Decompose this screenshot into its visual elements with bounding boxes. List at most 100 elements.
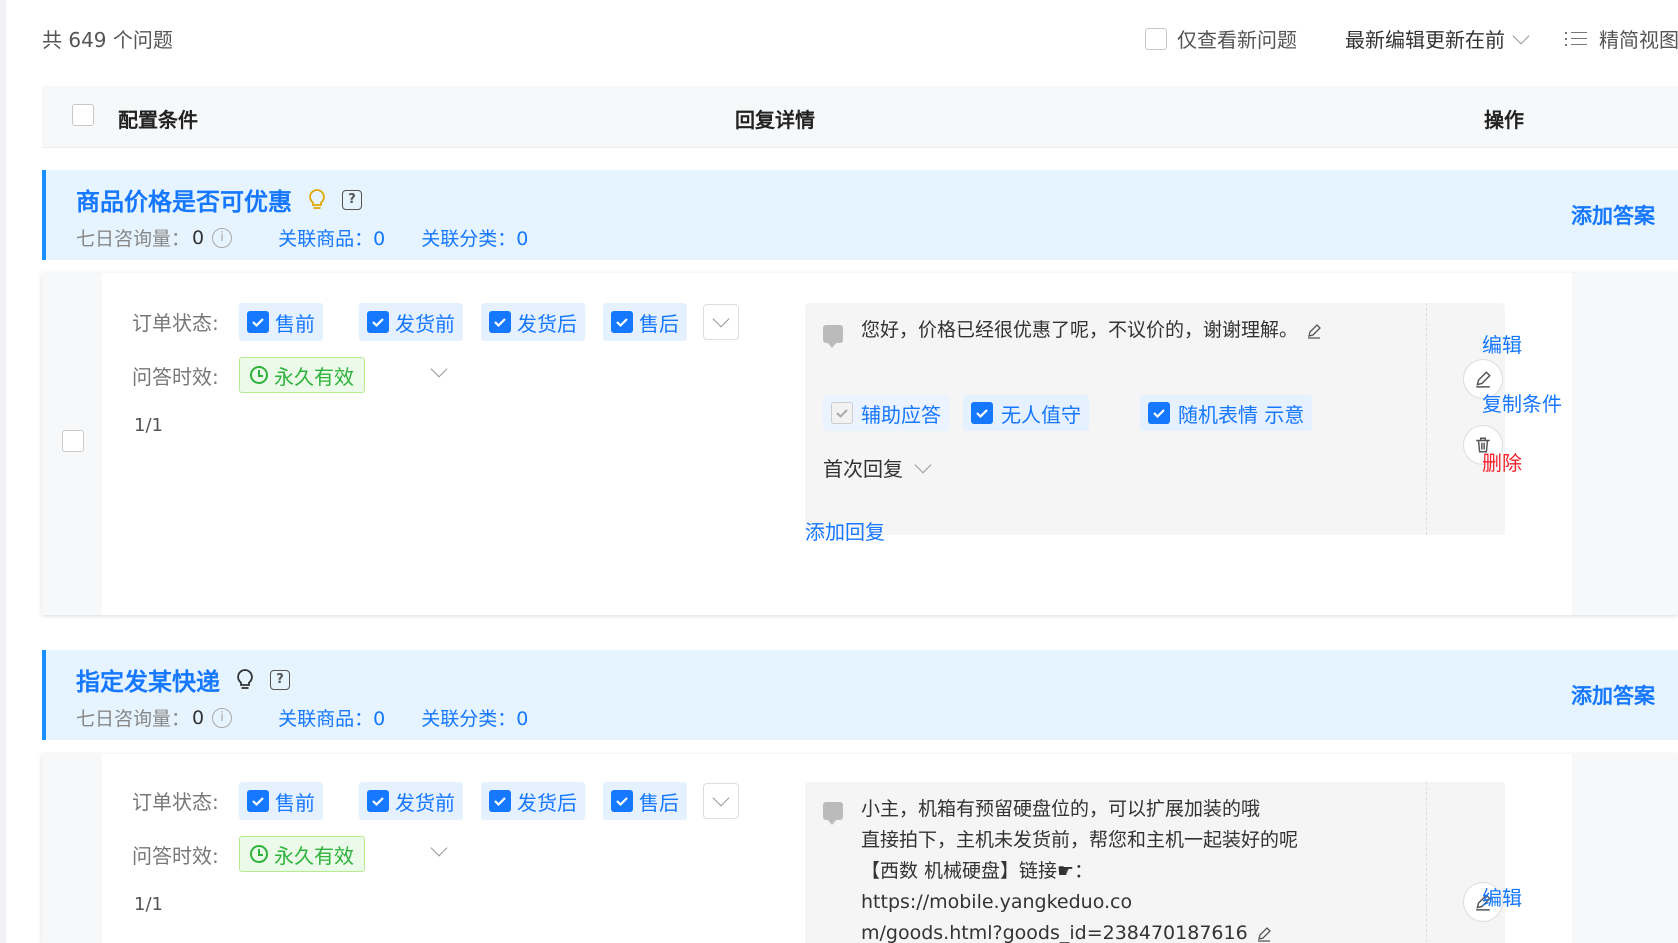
edit-icon[interactable]: [1306, 323, 1322, 339]
question-meta: 七日咨询量： 0 i 关联商品：0 关联分类：0: [76, 704, 528, 731]
chevron-down-icon: [712, 310, 730, 328]
question-title-text: 指定发某快递: [76, 668, 220, 696]
order-tag-aftersale[interactable]: 售后: [603, 782, 687, 820]
consult-count: 0: [192, 226, 205, 249]
order-tag-before-ship[interactable]: 发货前: [359, 782, 463, 820]
checkbox-checked-icon: [489, 311, 511, 333]
order-tag-label: 售前: [275, 790, 315, 815]
sort-select[interactable]: 最新编辑更新在前: [1345, 24, 1530, 53]
help-icon[interactable]: ?: [270, 669, 290, 690]
checkbox-checked-icon: [247, 311, 269, 333]
delete-button[interactable]: 删除: [1482, 447, 1522, 476]
chevron-down-icon: [914, 456, 932, 473]
reply-box: 您好，价格已经很优惠了呢，不议价的，谢谢理解。 辅助应答 无人值守 随机表情 示…: [805, 303, 1505, 535]
edit-button[interactable]: 编辑: [1482, 882, 1522, 911]
help-icon[interactable]: ?: [342, 189, 362, 210]
first-reply-select[interactable]: 首次回复: [823, 453, 932, 482]
pager: 1/1: [134, 894, 163, 915]
row-checkbox[interactable]: [62, 430, 84, 452]
order-status-dropdown[interactable]: [703, 304, 739, 340]
order-tag-aftersale[interactable]: 售后: [603, 303, 687, 341]
reply-line: m/goods.html?goods_id=238470187616: [861, 922, 1248, 943]
edit-icon[interactable]: [1256, 926, 1272, 942]
linked-category[interactable]: 关联分类：0: [421, 224, 528, 251]
checkbox-checked-icon: [489, 790, 511, 812]
reply-line: 小主，机箱有预留硬盘位的，可以扩展加装的哦: [861, 798, 1261, 820]
new-only-checkbox[interactable]: [1145, 27, 1167, 50]
question-card: 订单状态: 售前 发货前 发货后 售后 问答时效: 永久有效 1/1: [42, 273, 1678, 615]
linked-category[interactable]: 关联分类：0: [421, 704, 528, 731]
add-answer-button[interactable]: 添加答案: [1571, 200, 1655, 230]
option-label: 辅助应答: [861, 402, 941, 427]
add-answer-button[interactable]: 添加答案: [1571, 680, 1655, 710]
order-tag-label: 售后: [639, 311, 679, 336]
order-status-label: 订单状态:: [132, 311, 219, 335]
question-card: 订单状态: 售前 发货前 发货后 售后 问答时效: 永久有效 1/1: [42, 754, 1678, 943]
chevron-down-icon[interactable]: [430, 360, 448, 378]
checkbox-checked-icon: [247, 790, 269, 812]
checkbox-checked-icon: [611, 311, 633, 333]
reply-text[interactable]: 您好，价格已经很优惠了呢，不议价的，谢谢理解。: [861, 315, 1361, 346]
view-toggle[interactable]: 精简视图: [1565, 24, 1678, 53]
edit-button[interactable]: 编辑: [1482, 329, 1522, 358]
topbar: 共 649 个问题 仅查看新问题 最新编辑更新在前 精简视图: [42, 20, 1678, 54]
new-only-label: 仅查看新问题: [1177, 28, 1297, 52]
first-reply-label: 首次回复: [823, 457, 903, 481]
order-tag-presale[interactable]: 售前: [239, 782, 323, 820]
question-title[interactable]: 指定发某快递 ?: [76, 662, 290, 697]
chevron-down-icon: [1512, 27, 1530, 44]
new-only-filter[interactable]: 仅查看新问题: [1145, 24, 1297, 53]
message-icon: [823, 802, 843, 825]
option-assist-reply[interactable]: 辅助应答: [823, 395, 949, 431]
card-body: 订单状态: 售前 发货前 发货后 售后 问答时效: 永久有效 1/1: [102, 754, 1572, 943]
checkbox-checked-icon: [611, 790, 633, 812]
column-conditions: 配置条件: [118, 108, 198, 132]
reply-text[interactable]: 小主，机箱有预留硬盘位的，可以扩展加装的哦 直接拍下，主机未发货前，帮您和主机一…: [861, 794, 1361, 943]
order-tag-after-ship[interactable]: 发货后: [481, 782, 585, 820]
question-title[interactable]: 商品价格是否可优惠 ?: [76, 182, 362, 217]
column-actions: 操作: [1484, 108, 1524, 132]
view-label: 精简视图: [1599, 28, 1678, 52]
checkbox-checked-icon: [971, 402, 993, 424]
lightbulb-icon[interactable]: [234, 668, 256, 692]
info-icon[interactable]: i: [212, 707, 233, 728]
clock-icon: [250, 366, 268, 384]
checkbox-disabled-icon: [831, 402, 853, 424]
edit-icon: [1476, 371, 1491, 388]
order-tag-label: 售前: [275, 311, 315, 336]
order-tag-presale[interactable]: 售前: [239, 303, 323, 341]
order-tag-label: 发货前: [395, 311, 455, 336]
info-icon[interactable]: i: [212, 227, 233, 248]
question-title-text: 商品价格是否可优惠: [76, 188, 292, 216]
validity-label: 问答时效:: [132, 844, 219, 868]
copy-conditions-button[interactable]: 复制条件: [1482, 388, 1562, 417]
select-all-checkbox[interactable]: [72, 104, 94, 126]
option-label: 随机表情 示意: [1178, 402, 1305, 427]
consult-label: 七日咨询量：: [76, 228, 191, 250]
order-tag-label: 发货后: [517, 311, 577, 336]
linked-goods[interactable]: 关联商品：0: [278, 704, 385, 731]
validity-badge[interactable]: 永久有效: [239, 836, 365, 872]
validity-badge[interactable]: 永久有效: [239, 357, 365, 393]
lightbulb-icon[interactable]: [306, 188, 328, 212]
option-unattended[interactable]: 无人值守: [963, 395, 1089, 431]
order-status-label: 订单状态:: [132, 790, 219, 814]
order-tag-label: 发货后: [517, 790, 577, 815]
order-status-dropdown[interactable]: [703, 783, 739, 819]
order-tag-after-ship[interactable]: 发货后: [481, 303, 585, 341]
clock-icon: [250, 845, 268, 863]
option-random-emoji[interactable]: 随机表情 示意: [1140, 395, 1313, 431]
order-tag-before-ship[interactable]: 发货前: [359, 303, 463, 341]
list-icon: [1565, 30, 1587, 48]
card-body: 订单状态: 售前 发货前 发货后 售后 问答时效: 永久有效 1/1: [102, 273, 1572, 615]
add-reply-button[interactable]: 添加回复: [805, 516, 885, 545]
column-reply: 回复详情: [735, 108, 815, 132]
order-tag-label: 售后: [639, 790, 679, 815]
left-strip: [0, 0, 6, 943]
checkbox-checked-icon: [1148, 402, 1170, 424]
reply-line: 您好，价格已经很优惠了呢，不议价的，谢谢理解。: [861, 319, 1299, 341]
option-label: 无人值守: [1001, 402, 1081, 427]
chevron-down-icon[interactable]: [430, 839, 448, 857]
reply-divider: [1426, 303, 1427, 535]
linked-goods[interactable]: 关联商品：0: [278, 224, 385, 251]
